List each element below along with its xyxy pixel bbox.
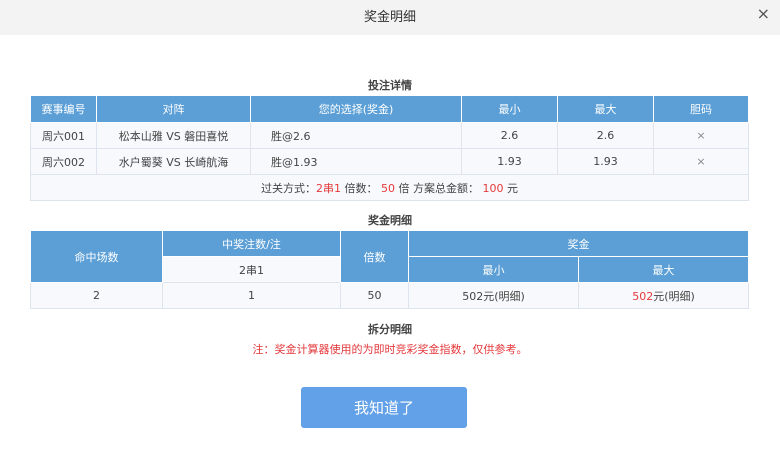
matchup: 松本山雅 VS 磐田喜悦 [96,122,251,149]
amount-unit: 元 [503,181,518,195]
multiple-value: 50 [381,181,395,195]
col-header: 命中场数 [30,230,163,283]
selection: 胜@2.6 [250,122,462,149]
max-odds: 1.93 [557,148,654,175]
amount-value: 100 [482,181,504,195]
min-prize-link[interactable]: 502元(明细) [408,282,579,309]
max-odds: 2.6 [557,122,654,149]
col-header: 对阵 [96,95,251,123]
summary-row: 过关方式：2串1 倍数： 50 倍 方案总金额： 100 元 [30,174,749,201]
match-id: 周六001 [30,122,97,149]
banker-mark: × [653,148,749,175]
multiple-label: 倍数： [341,181,378,195]
col-header: 您的选择(奖金) [250,95,462,123]
bet-details-table: 赛事编号 对阵 您的选择(奖金) 最小 最大 胆码 周六001 松本山雅 VS … [30,95,749,201]
table-row: 2 1 50 502元(明细) 502元(明细) [30,282,749,309]
prize-details-title: 奖金明细 [368,214,412,227]
col-header: 倍数 [340,230,409,283]
max-prize-detail: 元(明细) [653,289,695,303]
col-header: 最大 [557,95,654,123]
bet-details-title: 投注详情 [368,79,412,92]
disclaimer-note: 注：奖金计算器使用的为即时竞彩奖金指数，仅供参考。 [252,343,528,356]
hits: 2 [30,282,163,309]
col-header: 奖金 [408,230,749,257]
pass-value: 2串1 [316,181,341,195]
col-header: 最小 [408,256,579,283]
matchup: 水户蜀葵 VS 长崎航海 [96,148,251,175]
max-prize-value: 502 [632,289,654,303]
dialog-header: 奖金明细 [0,0,780,35]
prize-details-table: 命中场数 中奖注数/注 倍数 奖金 2串1 最小 最大 2 1 50 502元(… [30,230,749,309]
max-prize-link[interactable]: 502元(明细) [578,282,749,309]
min-odds: 2.6 [461,122,558,149]
win-bets: 1 [162,282,341,309]
multiple: 50 [340,282,409,309]
confirm-button[interactable]: 我知道了 [301,387,467,428]
pass-type: 2串1 [162,256,341,283]
col-header: 最大 [578,256,749,283]
table-row: 周六002 水户蜀葵 VS 长崎航海 胜@1.93 1.93 1.93 × [30,148,749,175]
col-header: 赛事编号 [30,95,97,123]
selection: 胜@1.93 [250,148,462,175]
min-odds: 1.93 [461,148,558,175]
pass-label: 过关方式： [261,181,316,195]
banker-mark: × [653,122,749,149]
split-details-title: 拆分明细 [368,323,412,336]
close-icon[interactable]: × [757,4,770,24]
amount-label: 倍 方案总金额： [395,181,479,195]
dialog-title: 奖金明细 [363,10,416,25]
table-row: 周六001 松本山雅 VS 磐田喜悦 胜@2.6 2.6 2.6 × [30,122,749,149]
col-header: 胆码 [653,95,749,123]
col-header: 最小 [461,95,558,123]
col-header: 中奖注数/注 [162,230,341,257]
match-id: 周六002 [30,148,97,175]
